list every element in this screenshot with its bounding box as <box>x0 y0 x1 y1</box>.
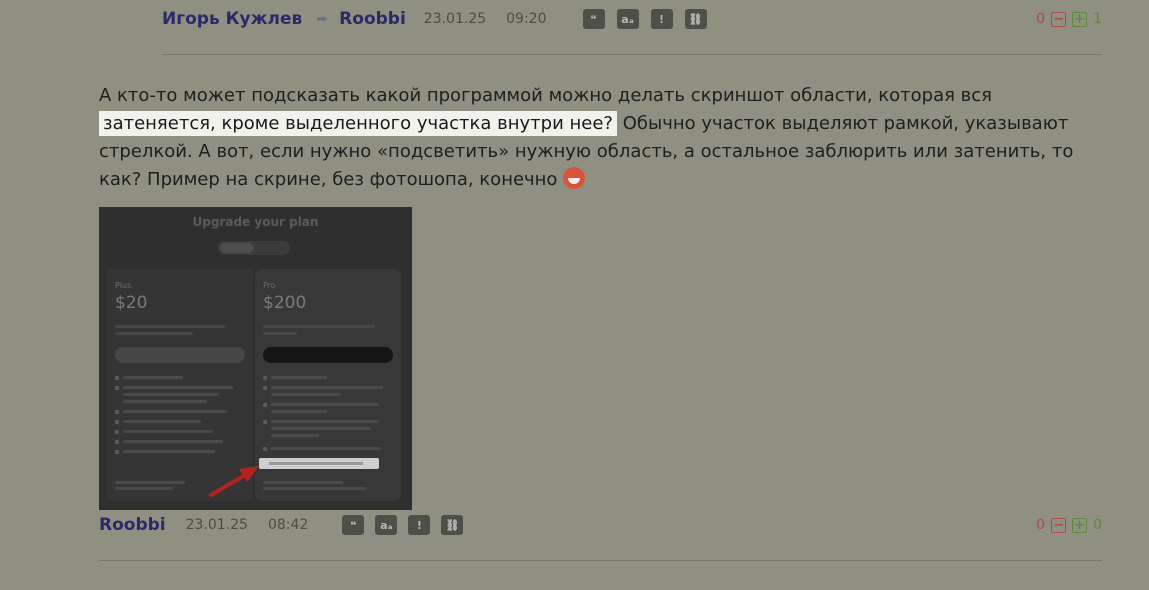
author-link[interactable]: Игорь Кужлев <box>162 9 302 29</box>
post-divider <box>99 560 1102 561</box>
vote-block: 0 − + 0 <box>1036 517 1102 533</box>
report-icon[interactable]: ! <box>650 9 673 29</box>
post-time: 09:20 <box>506 11 547 27</box>
vote-block: 0 − + 1 <box>1036 11 1102 27</box>
post-text-part1: А кто-то может подсказать какой программ… <box>99 85 992 106</box>
plus-icon[interactable]: + <box>1072 11 1088 27</box>
post-text: А кто-то может подсказать какой программ… <box>99 82 1089 194</box>
post-divider <box>162 54 1102 55</box>
post-tools: ❝ aₐ ! ⛓ <box>582 9 707 29</box>
vote-count-positive: 0 <box>1093 517 1102 533</box>
vote-count-negative: 0 <box>1036 11 1046 27</box>
quote-icon[interactable]: ❝ <box>342 515 365 535</box>
minus-icon[interactable]: − <box>1051 517 1067 533</box>
post-date: 23.01.25 <box>185 517 248 533</box>
link-icon[interactable]: ⛓ <box>684 9 707 29</box>
post-header-top: Игорь Кужлев ➦ Roobbi 23.01.25 09:20 ❝ a… <box>162 6 1102 32</box>
forum-page: Игорь Кужлев ➦ Roobbi 23.01.25 09:20 ❝ a… <box>0 0 1149 590</box>
highlighted-text: затеняется, кроме выделенного участка вн… <box>99 111 617 136</box>
post-time: 08:42 <box>267 517 309 533</box>
post-tools: ❝ aₐ ! ⛓ <box>342 515 464 535</box>
attached-screenshot[interactable]: Upgrade your plan Plus $20 Pro $200 <box>99 207 412 510</box>
author-link[interactable]: Roobbi <box>99 515 166 535</box>
post-date: 23.01.25 <box>423 11 487 27</box>
translate-icon[interactable]: aₐ <box>375 515 398 535</box>
post-header-bottom: Roobbi 23.01.25 08:42 ❝ aₐ ! ⛓ 0 − + 0 <box>99 512 1102 538</box>
vote-count-positive: 1 <box>1093 11 1102 27</box>
red-arrow-icon <box>209 466 259 497</box>
grin-emoji-icon <box>563 167 586 189</box>
vote-count-negative: 0 <box>1036 517 1046 533</box>
reply-arrow-icon: ➦ <box>316 11 328 27</box>
report-icon[interactable]: ! <box>408 515 431 535</box>
plus-icon[interactable]: + <box>1072 517 1088 533</box>
translate-icon[interactable]: aₐ <box>616 9 639 29</box>
quote-icon[interactable]: ❝ <box>582 9 605 29</box>
minus-icon[interactable]: − <box>1051 11 1067 27</box>
reply-to-link[interactable]: Roobbi <box>339 9 406 29</box>
link-icon[interactable]: ⛓ <box>441 515 464 535</box>
